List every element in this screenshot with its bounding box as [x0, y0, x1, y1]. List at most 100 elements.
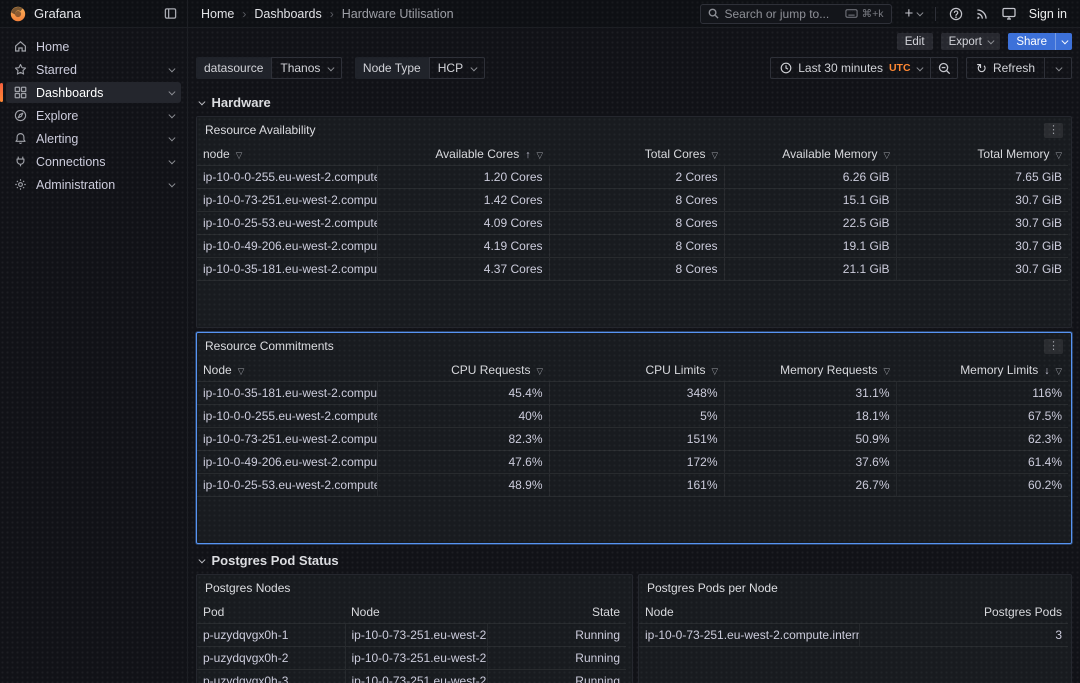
sidebar-item-label: Alerting: [36, 132, 78, 146]
table-cell: 172%: [549, 450, 724, 473]
chevron-down-icon: [199, 557, 205, 563]
filter-icon[interactable]: ▽: [236, 150, 243, 160]
chevron-down-icon: [1062, 38, 1068, 44]
table-row: ip-10-0-73-251.eu-west-2.compute.interna…: [197, 427, 1068, 450]
sidebar-item-starred[interactable]: Starred: [6, 59, 181, 80]
datasource-variable-picker[interactable]: datasource Thanos: [196, 57, 342, 79]
table-cell: 2 Cores: [549, 165, 724, 188]
column-header-cpu-limits[interactable]: CPU Limits▽: [549, 359, 724, 381]
filter-icon[interactable]: ▽: [536, 150, 543, 160]
table-cell: ip-10-0-35-181.eu-west-2.compute.interna…: [197, 381, 377, 404]
column-header-memory-requests[interactable]: Memory Requests▽: [724, 359, 896, 381]
bell-icon: [14, 132, 27, 145]
column-header-total-memory[interactable]: Total Memory▽: [896, 143, 1068, 165]
breadcrumb-dashboards[interactable]: Dashboards: [254, 7, 321, 21]
compass-icon: [14, 109, 27, 122]
search-input[interactable]: Search or jump to... ⌘+k: [700, 4, 892, 24]
monitor-icon[interactable]: [1002, 7, 1016, 20]
help-icon[interactable]: [949, 7, 963, 21]
refresh-interval-button[interactable]: [1045, 58, 1071, 78]
sidebar-toggle-icon[interactable]: [164, 7, 177, 20]
table-cell: Running: [487, 669, 626, 683]
column-header-available-memory[interactable]: Available Memory▽: [724, 143, 896, 165]
filter-icon[interactable]: ▽: [883, 366, 890, 376]
column-header-pod[interactable]: Pod: [197, 601, 345, 623]
grafana-logo-icon[interactable]: [10, 6, 26, 22]
column-header-total-cores[interactable]: Total Cores▽: [549, 143, 724, 165]
filter-icon[interactable]: ▽: [1055, 150, 1062, 160]
column-header-memory-limits[interactable]: Memory Limits↓▽: [896, 359, 1068, 381]
section-hardware[interactable]: Hardware: [188, 86, 1080, 116]
column-header-node[interactable]: Node: [345, 601, 487, 623]
export-button[interactable]: Export: [941, 33, 1001, 50]
zoom-out-button[interactable]: [931, 58, 957, 78]
table-cell: 47.6%: [377, 450, 549, 473]
table-cell: 22.5 GiB: [724, 211, 896, 234]
table-row: p-uzydqvgx0h-2ip-10-0-73-251.eu-west-2.c…: [197, 646, 626, 669]
table-cell: Running: [487, 623, 626, 646]
table-cell: 151%: [549, 427, 724, 450]
postgres-pods-per-node-table: NodePostgres Podsip-10-0-73-251.eu-west-…: [639, 601, 1068, 647]
sidebar-item-connections[interactable]: Connections: [6, 151, 181, 172]
edit-button[interactable]: Edit: [897, 33, 933, 50]
refresh-button[interactable]: ↻ Refresh: [967, 58, 1044, 78]
search-shortcut: ⌘+k: [845, 8, 884, 20]
column-header-node[interactable]: node▽: [197, 143, 377, 165]
panel-title[interactable]: Resource Commitments: [205, 339, 334, 353]
sort-asc-icon[interactable]: ↑: [525, 149, 530, 161]
panel-resource-availability: Resource Availability ⋮ node▽Available C…: [196, 116, 1072, 328]
filter-icon[interactable]: ▽: [238, 366, 245, 376]
sidebar-item-dashboards[interactable]: Dashboards: [6, 82, 181, 103]
filter-icon[interactable]: ▽: [711, 150, 718, 160]
table-row: p-uzydqvgx0h-1ip-10-0-73-251.eu-west-2.c…: [197, 623, 626, 646]
table-row: p-uzydqvgx0h-3ip-10-0-73-251.eu-west-2.c…: [197, 669, 626, 683]
variable-value: Thanos: [280, 61, 320, 75]
dashboard-toolbar: Edit Export Share: [188, 28, 1080, 50]
breadcrumb-home[interactable]: Home: [201, 7, 234, 21]
news-rss-icon[interactable]: [976, 7, 989, 20]
table-cell: ip-10-0-73-251.eu-west-2.compute.interna…: [345, 623, 487, 646]
share-button[interactable]: Share: [1008, 33, 1055, 50]
sort-desc-icon[interactable]: ↓: [1044, 365, 1049, 377]
table-cell: 1.20 Cores: [377, 165, 549, 188]
column-header-state[interactable]: State: [487, 601, 626, 623]
sidebar-item-home[interactable]: Home: [6, 36, 181, 57]
column-header-node[interactable]: Node▽: [197, 359, 377, 381]
filter-icon[interactable]: ▽: [536, 366, 543, 376]
resource-commitments-table: Node▽CPU Requests▽CPU Limits▽Memory Requ…: [197, 359, 1068, 497]
sign-in-button[interactable]: Sign in: [1029, 7, 1067, 21]
star-icon: [14, 63, 27, 76]
section-postgres-pod-status[interactable]: Postgres Pod Status: [188, 544, 1080, 574]
variable-label: datasource: [196, 57, 271, 79]
sidebar-item-explore[interactable]: Explore: [6, 105, 181, 126]
filter-icon[interactable]: ▽: [711, 366, 718, 376]
share-menu-button[interactable]: [1055, 33, 1072, 50]
column-header-available-cores[interactable]: Available Cores↑▽: [377, 143, 549, 165]
table-row: ip-10-0-73-251.eu-west-2.compute.interna…: [639, 623, 1068, 646]
panel-menu-kebab-icon[interactable]: ⋮: [1044, 339, 1063, 354]
sidebar-item-administration[interactable]: Administration: [6, 174, 181, 195]
panel-title[interactable]: Postgres Nodes: [205, 581, 290, 595]
panel-menu-kebab-icon[interactable]: ⋮: [1044, 123, 1063, 138]
resource-availability-table: node▽Available Cores↑▽Total Cores▽Availa…: [197, 143, 1068, 281]
clock-icon: [780, 62, 792, 74]
breadcrumb-separator: ›: [330, 7, 334, 21]
sidebar-item-alerting[interactable]: Alerting: [6, 128, 181, 149]
table-cell: 116%: [896, 381, 1068, 404]
panel-title[interactable]: Postgres Pods per Node: [647, 581, 778, 595]
dashboards-grid-icon: [14, 86, 27, 99]
column-header-cpu-requests[interactable]: CPU Requests▽: [377, 359, 549, 381]
keyboard-icon: [845, 9, 858, 18]
time-range-picker[interactable]: Last 30 minutes UTC: [771, 58, 930, 78]
filter-icon[interactable]: ▽: [883, 150, 890, 160]
table-cell: 7.65 GiB: [896, 165, 1068, 188]
panel-title[interactable]: Resource Availability: [205, 123, 316, 137]
table-row: ip-10-0-0-255.eu-west-2.compute.internal…: [197, 404, 1068, 427]
column-header-node[interactable]: Node: [639, 601, 859, 623]
node-type-variable-picker[interactable]: Node Type HCP: [355, 57, 485, 79]
table-cell: p-uzydqvgx0h-1: [197, 623, 345, 646]
filter-icon[interactable]: ▽: [1055, 366, 1062, 376]
new-menu-button[interactable]: +: [905, 6, 922, 21]
column-header-postgres-pods[interactable]: Postgres Pods: [859, 601, 1068, 623]
table-row: ip-10-0-35-181.eu-west-2.compute.interna…: [197, 257, 1068, 280]
